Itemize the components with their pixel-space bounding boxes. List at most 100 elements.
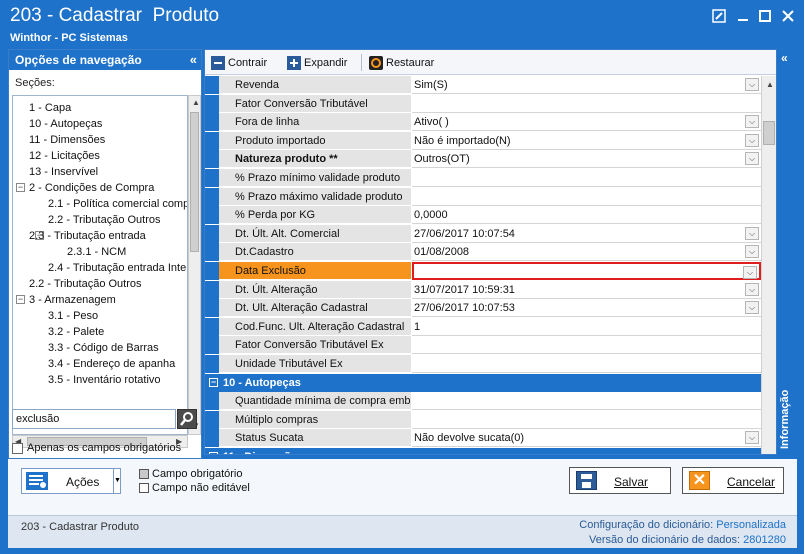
field-value[interactable] <box>412 94 761 113</box>
grid-row[interactable]: Fator Conversão Tributável Ex <box>205 336 761 355</box>
field-value[interactable]: Outros(OT) ⌵ <box>412 150 761 169</box>
tree-item-label: 2.3 - Tributação entrada <box>29 230 146 242</box>
field-value[interactable] <box>412 187 761 206</box>
actions-button[interactable]: Ações <box>21 468 121 494</box>
field-value-text: 31/07/2017 10:59:31 <box>414 283 515 296</box>
grid-vertical-scrollbar[interactable]: ▲ <box>761 76 776 454</box>
save-button[interactable]: Salvar <box>569 467 671 494</box>
field-value[interactable] <box>412 169 761 187</box>
chevron-down-icon[interactable]: ⌵ <box>745 152 759 166</box>
restore-button[interactable]: Restaurar <box>369 54 434 71</box>
chevron-down-icon[interactable]: ⌵ <box>743 266 757 279</box>
tree-item-label: 3.2 - Palete <box>48 326 105 338</box>
grid-row[interactable]: Natureza produto ** Outros(OT) ⌵ <box>205 150 761 169</box>
search-button[interactable] <box>177 409 197 429</box>
collapse-button[interactable]: Contrair <box>211 54 267 71</box>
chevron-down-icon[interactable]: ⌵ <box>745 115 759 129</box>
field-value[interactable]: ⌵ <box>412 262 761 280</box>
row-indicator <box>205 76 219 94</box>
row-indicator <box>205 187 219 206</box>
information-tab[interactable]: « Informação <box>777 49 797 455</box>
field-value[interactable]: Ativo( ) ⌵ <box>412 113 761 132</box>
chevron-down-icon[interactable]: ⌵ <box>745 133 759 147</box>
grid-row[interactable]: Dt.Cadastro 01/08/2008 ⌵ <box>205 243 761 262</box>
grid-row[interactable]: % Prazo mínimo validade produto <box>205 169 761 187</box>
field-value[interactable]: 01/08/2008 ⌵ <box>412 243 761 262</box>
collapse-panel-icon[interactable]: « <box>190 50 197 70</box>
expand-button[interactable]: Expandir <box>287 54 347 71</box>
checkbox-box[interactable] <box>12 442 23 454</box>
actions-dropdown-icon[interactable]: ▼ <box>113 468 121 494</box>
tree-vertical-scrollbar[interactable]: ▲ ▼ <box>188 95 201 435</box>
title-bar: 203 - Cadastrar Produto Winthor - PC Sis… <box>0 0 804 49</box>
grid-row[interactable]: Produto importado Não é importado(N) ⌵ <box>205 131 761 150</box>
chevron-down-icon[interactable]: ⌵ <box>745 78 759 91</box>
grid-scroll-thumb[interactable] <box>763 121 775 145</box>
property-grid-panel: Contrair Expandir Restaurar Revenda Sim(S… <box>204 49 777 455</box>
chevron-down-icon[interactable]: ⌵ <box>745 245 759 259</box>
chevron-down-icon[interactable]: ⌵ <box>745 431 759 445</box>
grid-row[interactable]: Quantidade mínima de compra embalagem <box>205 392 761 411</box>
field-value[interactable]: Não é importado(N) ⌵ <box>412 131 761 150</box>
minimize-icon[interactable] <box>736 9 750 23</box>
field-value[interactable]: Sim(S) ⌵ <box>412 76 761 94</box>
grid-row[interactable]: Unidade Tributável Ex <box>205 355 761 373</box>
grid-row[interactable]: Data Exclusão ⌵ <box>205 262 761 280</box>
grid-section-header[interactable]: − 11 - Dimensões <box>205 448 761 454</box>
grid-row[interactable]: Status Sucata Não devolve sucata(0) ⌵ <box>205 429 761 448</box>
restore-icon <box>369 55 383 70</box>
grid-row[interactable]: Dt. Ult. Alteração Cadastral 27/06/2017 1… <box>205 299 761 318</box>
scroll-up-icon[interactable]: ▲ <box>192 98 200 107</box>
grid-row[interactable]: Dt. Últ. Alteração 31/07/2017 10:59:31 ⌵ <box>205 280 761 299</box>
field-value[interactable]: Não devolve sucata(0) ⌵ <box>412 429 761 448</box>
edit-icon[interactable] <box>712 9 726 23</box>
maximize-icon[interactable] <box>758 9 772 23</box>
grid-row[interactable]: Múltiplo compras <box>205 410 761 429</box>
grid-section-header[interactable]: −10 - Autopeças <box>205 373 761 392</box>
expand-info-icon[interactable]: « <box>781 51 788 65</box>
section-collapse-icon[interactable]: − <box>209 377 218 387</box>
section-collapse-icon[interactable]: − <box>209 452 218 454</box>
field-value[interactable] <box>412 355 761 373</box>
tree-item-label: 3.1 - Peso <box>48 310 99 322</box>
field-value[interactable]: 27/06/2017 10:07:53 ⌵ <box>412 299 761 318</box>
field-value[interactable]: 27/06/2017 10:07:54 ⌵ <box>412 224 761 243</box>
section-title: 11 - Dimensões <box>223 448 303 454</box>
grid-row[interactable]: Revenda Sim(S) ⌵ <box>205 76 761 94</box>
legend-required-label: Campo obrigatório <box>152 468 243 480</box>
grid-row[interactable]: Cod.Func. Ult. Alteração Cadastral 1 <box>205 317 761 336</box>
cancel-button[interactable]: ✕ Cancelar <box>682 467 784 494</box>
close-icon[interactable] <box>781 9 795 23</box>
field-value-text: Outros(OT) <box>414 153 470 166</box>
search-input[interactable] <box>12 409 176 429</box>
tree-item-label: 2.1 - Política comercial compra <box>48 198 188 210</box>
dictionary-config-value: Personalizada <box>716 519 786 531</box>
chevron-down-icon[interactable]: ⌵ <box>745 282 759 296</box>
row-indicator <box>205 355 219 373</box>
dictionary-version-label: Versão do dicionário de dados: <box>589 534 741 546</box>
tree-collapse-icon[interactable]: − <box>16 295 25 304</box>
grid-scroll-up-icon[interactable]: ▲ <box>766 80 774 89</box>
grid-row[interactable]: % Perda por KG 0,0000 <box>205 206 761 225</box>
chevron-down-icon[interactable]: ⌵ <box>745 226 759 240</box>
grid-row[interactable]: % Prazo máximo validade produto <box>205 187 761 206</box>
actions-label: Ações <box>66 475 100 489</box>
field-value[interactable]: 1 <box>412 317 761 336</box>
field-value[interactable]: 31/07/2017 10:59:31 ⌵ <box>412 280 761 299</box>
tree-scroll-thumb[interactable] <box>190 112 199 252</box>
grid-row[interactable]: Fator Conversão Tributável <box>205 94 761 113</box>
row-indicator <box>205 317 219 336</box>
field-label: Dt. Últ. Alteração <box>219 280 412 299</box>
tree-collapse-icon[interactable]: − <box>16 183 25 192</box>
grid-row[interactable]: Fora de linha Ativo( ) ⌵ <box>205 113 761 132</box>
field-value-text: 0,0000 <box>414 209 448 222</box>
sections-tree[interactable]: 1 - Capa 10 - Autopeças 11 - Dimensões 12 -… <box>12 95 188 435</box>
field-value[interactable] <box>412 392 761 411</box>
field-value[interactable] <box>412 410 761 429</box>
field-value[interactable]: 0,0000 <box>412 206 761 225</box>
field-label: Dt. Últ. Alt. Comercial <box>219 224 412 243</box>
grid-row[interactable]: Dt. Últ. Alt. Comercial 27/06/2017 10:07:… <box>205 224 761 243</box>
field-value[interactable] <box>412 336 761 355</box>
only-required-checkbox[interactable]: Apenas os campos obrigatórios <box>12 442 181 454</box>
chevron-down-icon[interactable]: ⌵ <box>745 301 759 315</box>
